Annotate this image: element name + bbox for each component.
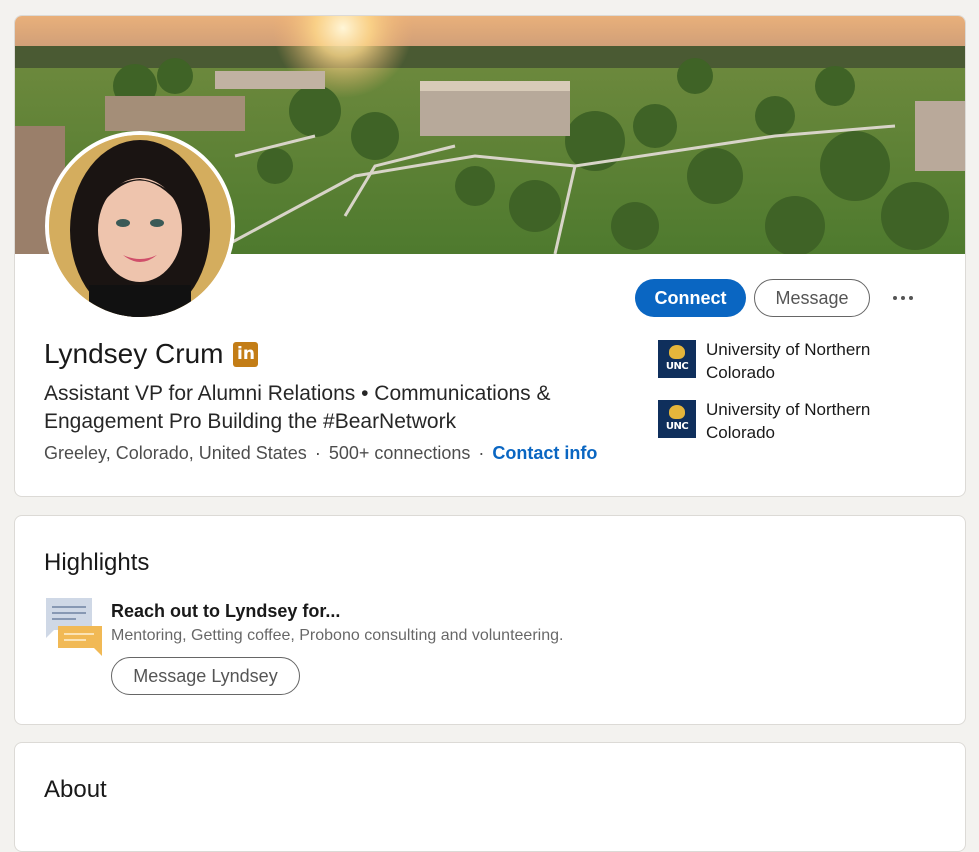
profile-name: Lyndsey Crum xyxy=(44,338,224,369)
education-item[interactable]: UNC University of Northern Colorado xyxy=(658,398,948,444)
highlights-card: Highlights Reach out to Lyndsey for... M… xyxy=(14,515,966,725)
profile-photo[interactable] xyxy=(45,131,235,321)
education-name: University of Northern Colorado xyxy=(706,340,871,382)
about-card: About xyxy=(14,742,966,852)
unc-logo-icon: UNC xyxy=(658,340,696,378)
profile-top-card: Connect Message Lyndsey Crum in Assistan… xyxy=(14,15,966,497)
profile-location: Greeley, Colorado, United States xyxy=(44,443,307,463)
about-title: About xyxy=(44,776,107,803)
education-item[interactable]: UNC University of Northern Colorado xyxy=(658,338,948,384)
separator: · xyxy=(314,443,321,463)
education-list: UNC University of Northern Colorado UNC … xyxy=(658,338,948,458)
separator: · xyxy=(478,443,485,463)
profile-meta: Greeley, Colorado, United States · 500+ co… xyxy=(44,443,597,464)
connect-button[interactable]: Connect xyxy=(635,279,746,317)
highlight-subtitle: Mentoring, Getting coffee, Probono consu… xyxy=(111,627,564,644)
unc-logo-icon: UNC xyxy=(658,400,696,438)
highlight-title: Reach out to Lyndsey for... xyxy=(111,601,341,621)
linkedin-badge-icon: in xyxy=(233,341,259,367)
contact-info-link[interactable]: Contact info xyxy=(492,443,597,463)
profile-headline: Assistant VP for Alumni Relations • Comm… xyxy=(44,382,551,433)
message-lyndsey-button[interactable]: Message Lyndsey xyxy=(111,657,300,695)
profile-name-row: Lyndsey Crum in xyxy=(44,338,259,370)
highlights-title: Highlights xyxy=(44,549,150,576)
chat-bubbles-icon xyxy=(44,596,104,656)
message-button[interactable]: Message xyxy=(754,279,870,317)
education-name: University of Northern Colorado xyxy=(706,400,871,442)
more-options-icon[interactable] xyxy=(883,281,923,315)
connections-count: 500+ connections xyxy=(328,443,471,463)
